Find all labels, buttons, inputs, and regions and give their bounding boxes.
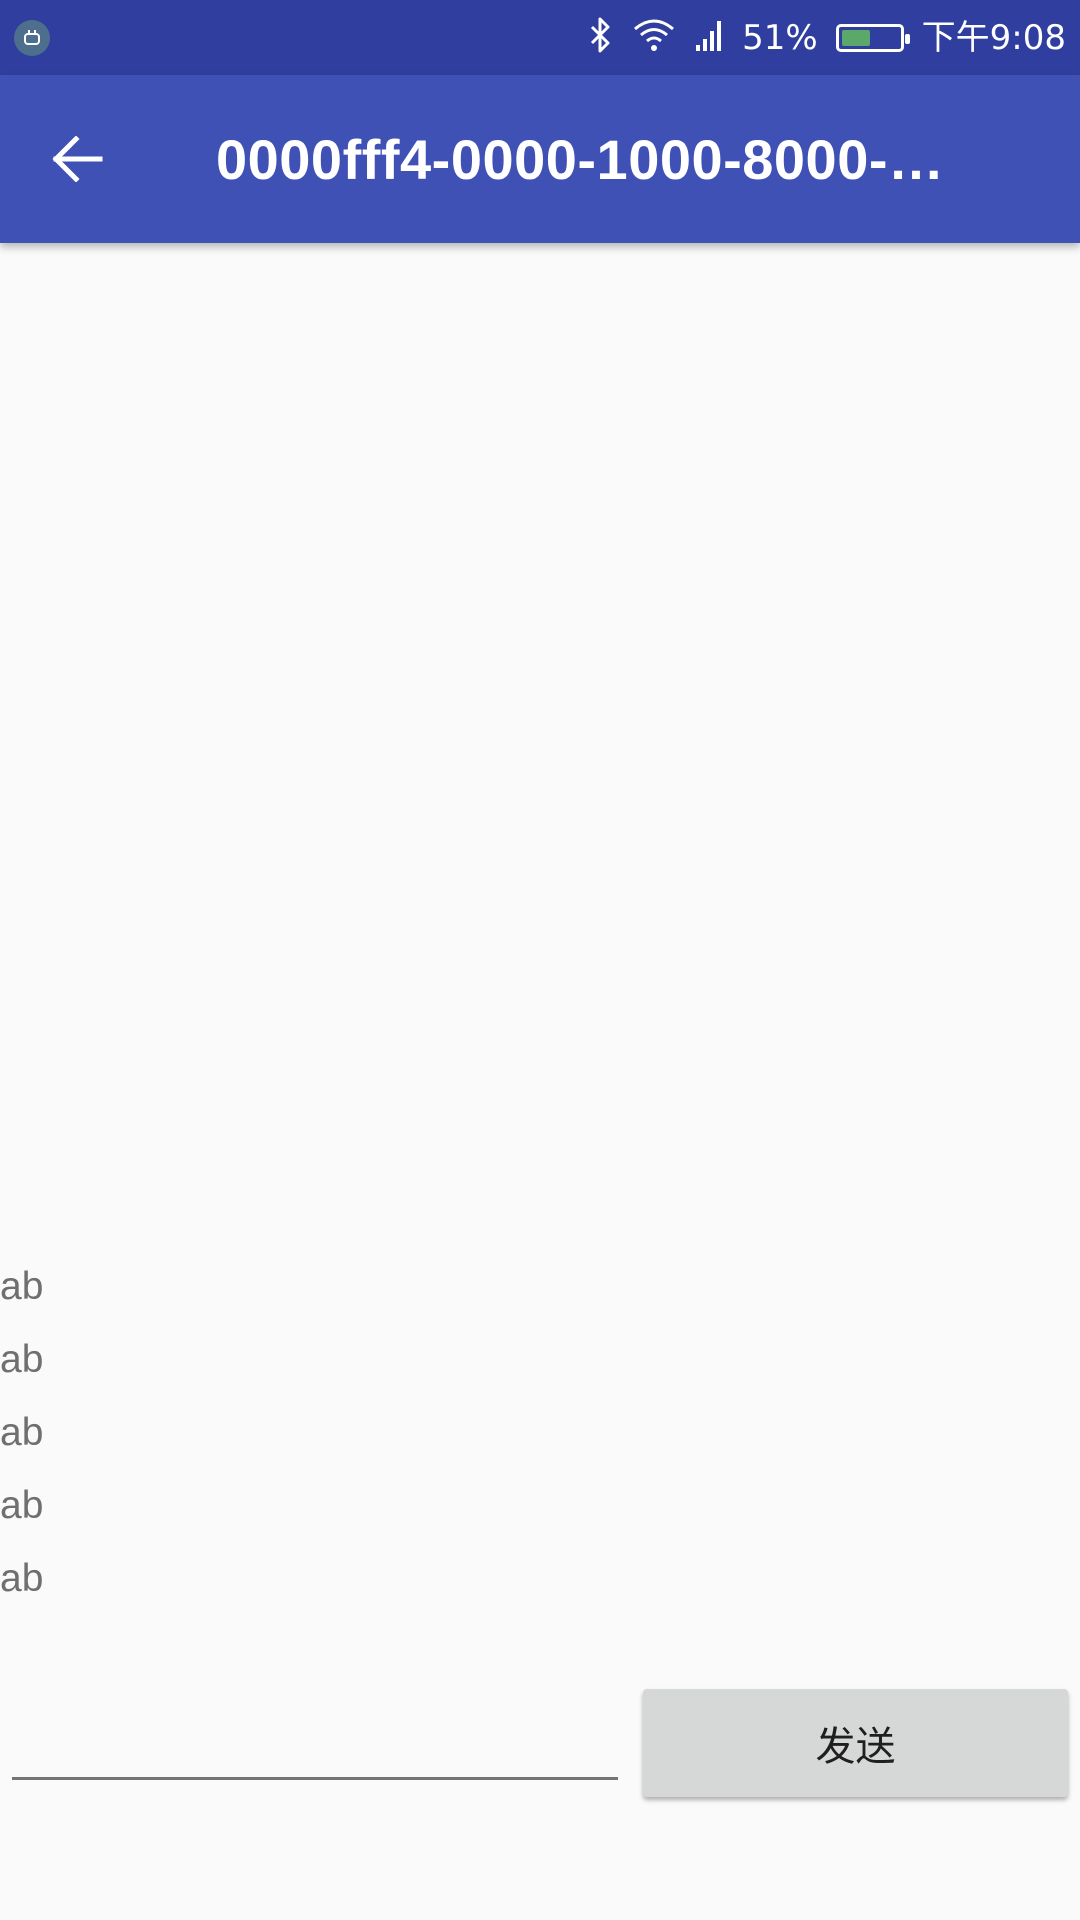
arrow-back-icon <box>52 136 103 182</box>
message-item: ab <box>0 1557 44 1600</box>
app-bar: 0000fff4-0000-1000-8000-… <box>0 75 1080 243</box>
wifi-icon <box>632 17 676 59</box>
composer: 发送 <box>0 1680 1080 1810</box>
message-input[interactable] <box>12 1724 618 1780</box>
message-item: ab <box>0 1411 44 1454</box>
battery-level-fill <box>841 29 871 46</box>
message-item: ab <box>0 1338 44 1381</box>
send-button[interactable]: 发送 <box>643 1689 1068 1797</box>
page-title: 0000fff4-0000-1000-8000-… <box>216 127 945 191</box>
bluetooth-icon <box>588 17 614 59</box>
status-icons: 51% 下午9:08 <box>588 0 1066 75</box>
cell-signal-icon <box>694 17 724 59</box>
status-time: 下午9:08 <box>921 17 1066 58</box>
battery-percent: 51% <box>742 17 818 58</box>
status-bar: 51% 下午9:08 <box>0 0 1080 75</box>
android-debug-icon <box>14 20 50 56</box>
message-item: ab <box>0 1484 44 1527</box>
battery-icon <box>835 23 910 52</box>
back-button[interactable] <box>38 119 118 199</box>
message-item: ab <box>0 1265 44 1308</box>
message-list: ab ab ab ab ab <box>0 1250 1080 1615</box>
